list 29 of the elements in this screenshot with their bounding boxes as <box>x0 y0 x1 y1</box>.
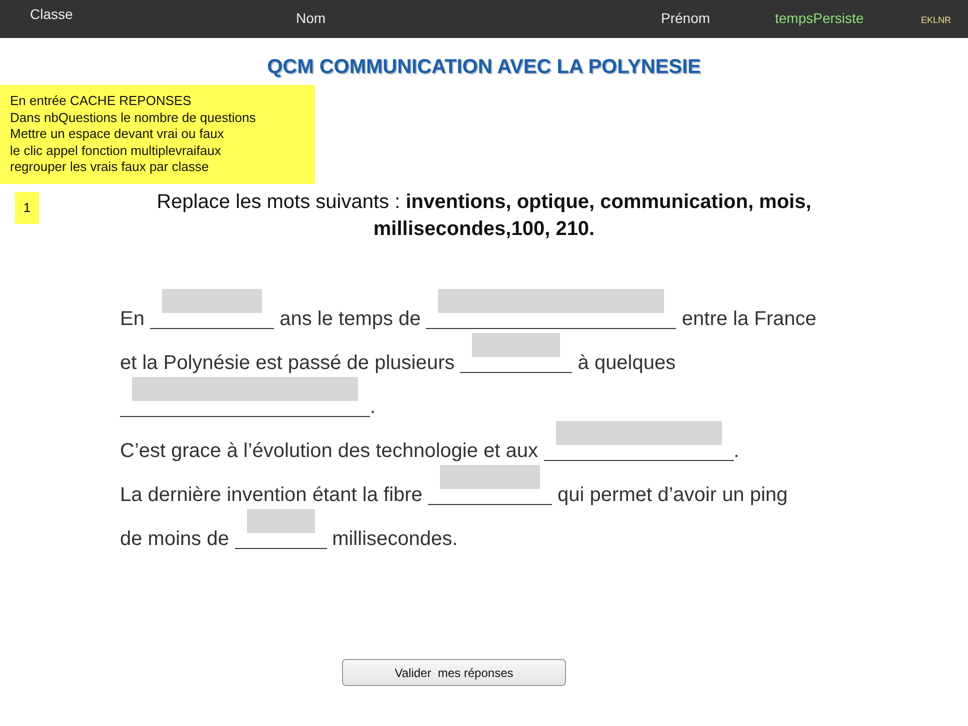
header-label: tempsPersiste <box>775 10 864 26</box>
header-label: Prénom <box>661 10 710 26</box>
sentence-text: C’est grace à l’évolution des technologie et aux <box>120 439 540 463</box>
instruction-text: Replace les mots suivants : inventions, optique, communication, mois, millisecondes,100, 210. <box>156 190 812 242</box>
input-field[interactable] <box>438 289 664 313</box>
sentence-text: La dernière invention étant la fibre <box>120 483 424 507</box>
header-label: EKLNR <box>921 15 952 25</box>
submit-button[interactable]: Valider mes réponses <box>342 659 566 686</box>
sentence-text: . <box>370 395 376 419</box>
input-field[interactable] <box>472 333 560 357</box>
page-title: QCM COMMUNICATION AVEC LA POLYNESIE <box>266 55 702 80</box>
sentence-text: millisecondes. <box>331 527 458 551</box>
header-label: Classe <box>30 6 73 22</box>
input-field[interactable] <box>556 421 722 445</box>
input-field[interactable] <box>162 289 262 313</box>
sentence-text: qui permet d’avoir un ping <box>556 483 788 507</box>
question-number: 1 <box>15 192 39 224</box>
input-field[interactable] <box>132 377 358 401</box>
sentence-text: . <box>734 439 740 463</box>
sentence-text: et la Polynésie est passé de plusieurs <box>120 351 456 375</box>
sentence-text: de moins de <box>120 527 230 551</box>
input-field[interactable] <box>440 465 540 489</box>
header-label: Nom <box>296 10 326 26</box>
note-text: En entrée CACHE REPONSES Dans nbQuestions le nombre de questions Mettre un espace devant vrai ou faux le clic appel fonction multiplevraifaux regrouper les vrais faux par classe <box>0 85 315 184</box>
sentence-text: à quelques <box>576 351 676 375</box>
sentence-text: ans le temps de <box>278 307 422 331</box>
input-field[interactable] <box>246 509 315 533</box>
sentence-text: entre la France <box>680 307 816 331</box>
sentence-text: En <box>120 307 146 331</box>
